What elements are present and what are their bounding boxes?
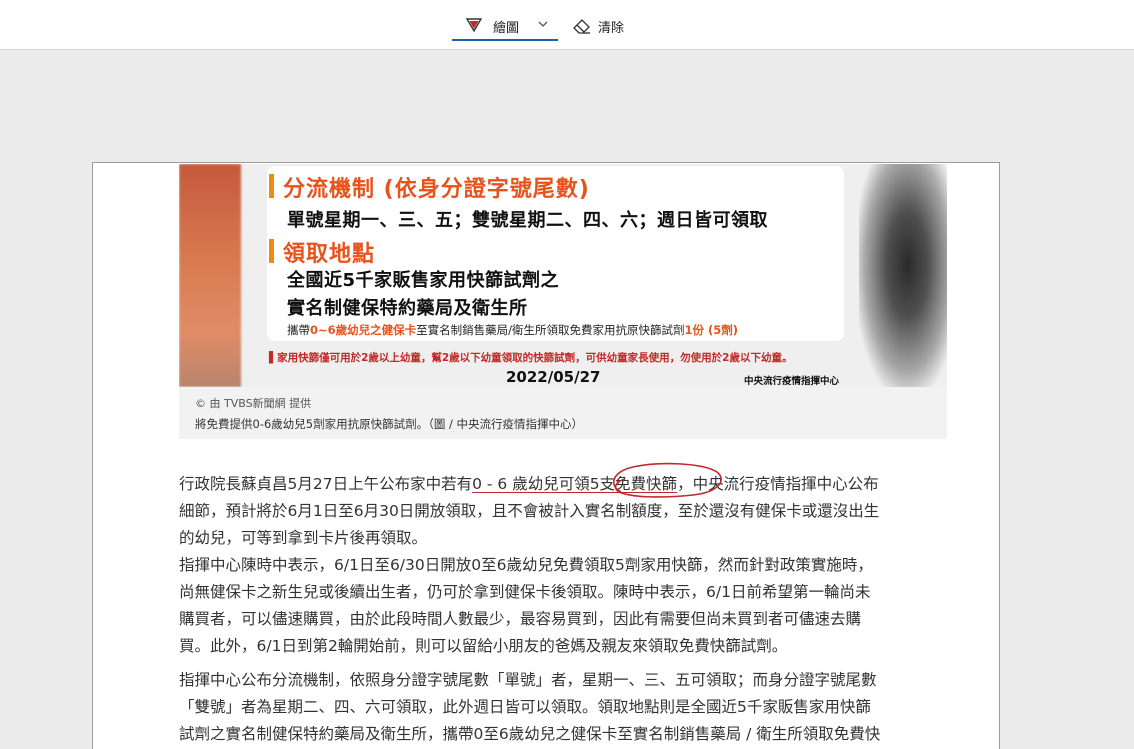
poster-section2-line1: 全國近5千家販售家用快篩試劑之	[287, 270, 560, 291]
clear-label: 清除	[598, 21, 625, 36]
poster-fine-print: 攜帶0~6歲幼兒之健保卡至實名制銷售藥局/衛生所領取免費家用抗原快篩試劑1份 (…	[287, 323, 739, 337]
pen-icon	[466, 18, 482, 33]
article-line: 指揮中心公布分流機制，依照身分證字號尾數「單號」者，星期一、三、五可領取；而身分…	[179, 671, 877, 689]
poster-card: 分流機制 (依身分證字號尾數) 單號星期一、三、五；雙號星期二、四、六；週日皆可…	[267, 166, 844, 341]
poster-section1-text: 單號星期一、三、五；雙號星期二、四、六；週日皆可領取	[287, 210, 768, 231]
image-caption: 將免費提供0-6歲幼兒5劑家用抗原快篩試劑。（圖 / 中央流行疫情指揮中心）	[195, 417, 584, 431]
ink-toolbar: 繪圖 清除	[0, 0, 1134, 50]
section-bar	[269, 239, 274, 263]
poster-left-blur	[179, 164, 241, 387]
image-credit: © 由 TVBS新聞網 提供	[195, 397, 312, 410]
chevron-down-icon[interactable]	[538, 20, 548, 28]
news-figure: 分流機制 (依身分證字號尾數) 單號星期一、三、五；雙號星期二、四、六；週日皆可…	[179, 164, 947, 439]
poster-date: 2022/05/27	[506, 368, 601, 386]
poster-right-blur	[859, 164, 947, 387]
article-line: 「雙號」者為星期二、四、六可領取，此外週日皆可以領取。領取地點則是全國近5千家販…	[179, 698, 871, 716]
article-line: 的幼兒，可等到拿到卡片後再領取。	[179, 529, 428, 547]
article-line: 買。此外，6/1日到第2輪開始前，則可以留給小朋友的爸媽及親友來領取免費快篩試劑…	[179, 637, 788, 655]
article-line: 細節，預計將於6月1日至6月30日開放領取，且不會被計入實名制額度，至於還沒有健…	[179, 502, 880, 520]
poster-image: 分流機制 (依身分證字號尾數) 單號星期一、三、五；雙號星期二、四、六；週日皆可…	[179, 164, 947, 387]
poster-org: 中央流行疫情指揮中心	[744, 376, 840, 387]
ink-circle-annotation[interactable]	[607, 462, 725, 500]
poster-section2-line2: 實名制健保特約藥局及衛生所	[287, 298, 528, 319]
article-line: 尚無健保卡之新生兒或後續出生者，仍可於拿到健保卡後領取。陳時中表示，6/1日前希…	[179, 583, 871, 601]
article-body: 行政院長蘇貞昌5月27日上午公布家中若有0 - 6 歲幼兒可領5支免費快篩，中央…	[179, 471, 959, 748]
poster-warning: ▌家用快篩僅可用於2歲以上幼童，幫2歲以下幼童領取的快篩試劑，可供幼童家長使用，…	[269, 352, 793, 364]
clear-button[interactable]: 清除	[572, 11, 634, 41]
draw-tool-button[interactable]: 繪圖	[452, 11, 558, 41]
eraser-icon	[573, 19, 590, 34]
poster-section2-title: 領取地點	[283, 242, 376, 267]
section-bar	[269, 174, 274, 198]
draw-tool-label: 繪圖	[493, 21, 520, 36]
document-page: 分流機制 (依身分證字號尾數) 單號星期一、三、五；雙號星期二、四、六；週日皆可…	[92, 162, 1000, 749]
article-line: 購買者，可以儘速購買，由於此段時間人數最少，最容易買到，因此有需要但尚未買到者可…	[179, 610, 862, 628]
poster-section1-title: 分流機制 (依身分證字號尾數)	[283, 177, 590, 202]
article-line: 指揮中心陳時中表示，6/1日至6/30日開放0至6歲幼兒免費領取5劑家用快篩，然…	[179, 556, 873, 574]
article-line: 試劑之實名制健保特約藥局及衛生所，攜帶0至6歲幼兒之健保卡至實名制銷售藥局 / …	[179, 725, 881, 743]
article-line: 行政院長蘇貞昌5月27日上午公布家中若有0 - 6 歲幼兒可領5支免費快篩，中央…	[179, 475, 879, 493]
